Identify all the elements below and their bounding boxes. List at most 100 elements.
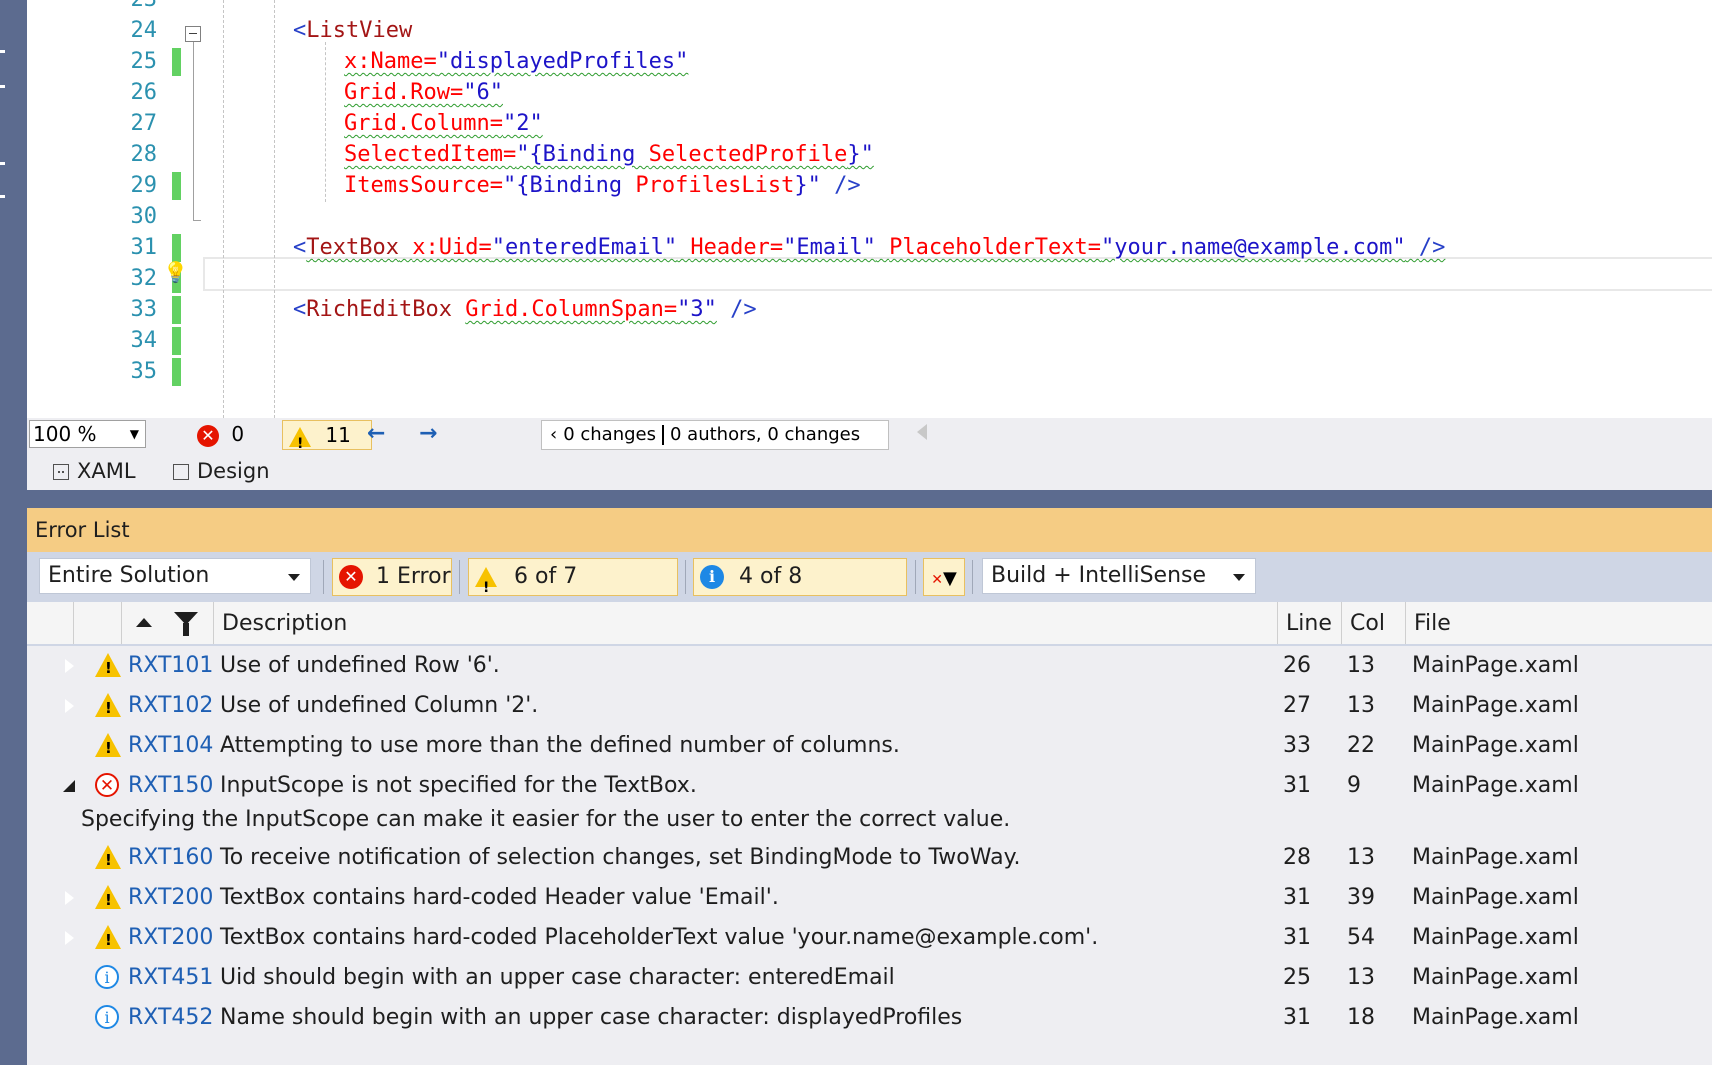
code-line[interactable]: 26 Grid.Row="6" (27, 77, 1712, 111)
code-editor[interactable]: 23 24 <ListView 25 x:Name="displayedProfiles… (27, 0, 1712, 418)
scope-dropdown[interactable]: Entire Solution (39, 558, 311, 594)
messages-filter-button[interactable]: i 4 of 8 Messages (693, 558, 907, 625)
error-code[interactable]: RXT102 (128, 686, 213, 726)
error-list-row[interactable]: RXT101 Use of undefined Row '6'. 26 13 MainP… (27, 646, 1712, 686)
lightbulb-icon[interactable]: 💡 (163, 260, 188, 284)
xaml-view-icon (53, 464, 69, 480)
codelens-changes[interactable]: ‹ 0 changes 0 authors, 0 changes (541, 420, 889, 450)
error-list-row[interactable]: i RXT452 Name should begin with an upper c… (27, 998, 1712, 1038)
line-number: 29 (130, 173, 158, 198)
warning-icon (95, 925, 121, 951)
errors-filter-button[interactable]: ✕ 1 Error (332, 558, 452, 596)
code-line[interactable]: 33 <RichEditBox Grid.ColumnSpan="3" /> (27, 294, 1712, 328)
code-text[interactable]: SelectedItem="{Binding SelectedProfile}" (344, 141, 874, 169)
tab-design[interactable]: Design (173, 456, 270, 486)
warning-count-indicator[interactable]: 11 (282, 420, 372, 458)
code-text[interactable]: Grid.Row="6" (344, 79, 503, 107)
code-text[interactable]: Grid.Column="2" (344, 110, 543, 138)
code-line[interactable]: 25 x:Name="displayedProfiles" (27, 46, 1712, 80)
error-list-row[interactable]: RXT104 Attempting to use more than the de… (27, 726, 1712, 766)
change-marker (172, 358, 181, 386)
warning-icon (475, 567, 497, 606)
header-description[interactable]: Description (213, 602, 1277, 644)
tab-xaml[interactable]: XAML (53, 456, 136, 486)
error-list-row[interactable]: RXT102 Use of undefined Column '2'. 27 13 Ma… (27, 686, 1712, 726)
line-number: 31 (130, 235, 158, 260)
warning-icon (95, 885, 121, 911)
code-text[interactable]: <ListView (293, 17, 412, 45)
header-file[interactable]: File (1405, 602, 1712, 644)
scroll-left-arrow-icon[interactable] (917, 424, 927, 440)
header-line[interactable]: Line (1277, 602, 1341, 644)
code-line[interactable]: 35 (27, 356, 1712, 390)
warning-count: 11 (325, 423, 351, 447)
line-number: 25 (130, 49, 158, 74)
code-line[interactable]: 30 (27, 201, 1712, 235)
header-code-column[interactable] (121, 602, 213, 644)
expand-arrow-icon[interactable] (63, 657, 74, 675)
error-file: MainPage.xaml (1412, 885, 1579, 910)
error-list-title: Error List (27, 508, 1712, 552)
view-tabs: XAML Design (27, 452, 1712, 490)
error-code[interactable]: RXT104 (128, 726, 213, 766)
clear-filter-icon[interactable]: ✕▼ (923, 558, 965, 596)
zoom-dropdown[interactable]: 100 % ▼ (29, 420, 146, 448)
error-col: 39 (1347, 885, 1375, 910)
code-line[interactable]: 28 SelectedItem="{Binding SelectedProfile… (27, 139, 1712, 173)
change-marker (172, 48, 181, 76)
warnings-filter-button[interactable]: 6 of 7 Warnings (468, 558, 678, 625)
error-list-row[interactable]: RXT160 To receive notification of selecti… (27, 838, 1712, 878)
header-col[interactable]: Col (1341, 602, 1405, 644)
code-text[interactable]: <RichEditBox Grid.ColumnSpan="3" /> (293, 296, 757, 324)
sort-ascending-icon (136, 618, 152, 627)
error-code[interactable]: RXT101 (128, 646, 213, 686)
error-code[interactable]: RXT200 (128, 878, 213, 918)
error-count-indicator[interactable]: ✕ 0 (197, 420, 244, 448)
expand-arrow-icon[interactable] (63, 929, 74, 947)
code-line[interactable]: 29 ItemsSource="{Binding ProfilesList}" /… (27, 170, 1712, 204)
expand-arrow-icon[interactable] (63, 697, 74, 715)
error-description: Uid should begin with an upper case char… (220, 965, 895, 990)
code-line[interactable]: 27 Grid.Column="2" (27, 108, 1712, 142)
error-description: TextBox contains hard-coded Header value… (220, 885, 779, 910)
error-list-row[interactable]: RXT200 TextBox contains hard-coded Placeh… (27, 918, 1712, 958)
error-line: 26 (1283, 653, 1311, 678)
code-line[interactable]: 31 <TextBox x:Uid="enteredEmail" Header="… (27, 232, 1712, 266)
line-number: 28 (130, 142, 158, 167)
line-number: 33 (130, 297, 158, 322)
line-number: 24 (130, 18, 158, 43)
error-description: Attempting to use more than the defined … (220, 733, 900, 758)
expand-arrow-icon[interactable] (63, 889, 74, 907)
warning-icon (95, 845, 121, 871)
code-text[interactable]: x:Name="displayedProfiles" (344, 48, 688, 76)
pane-splitter[interactable] (27, 490, 1712, 508)
code-line[interactable]: 34 (27, 325, 1712, 359)
error-col: 13 (1347, 653, 1375, 678)
line-number: 34 (130, 328, 158, 353)
error-code[interactable]: RXT160 (128, 838, 213, 878)
error-list-row[interactable]: i RXT451 Uid should begin with an upper ca… (27, 958, 1712, 998)
error-col: 54 (1347, 925, 1375, 950)
code-text[interactable]: ItemsSource="{Binding ProfilesList}" /> (344, 172, 861, 200)
change-marker (172, 234, 181, 262)
error-file: MainPage.xaml (1412, 925, 1579, 950)
error-code[interactable]: RXT451 (128, 958, 213, 998)
next-issue-arrow-icon[interactable]: → (419, 420, 437, 448)
error-file: MainPage.xaml (1412, 965, 1579, 990)
error-detail-row: Specifying the InputScope can make it ea… (27, 800, 1712, 840)
code-line[interactable]: 24 <ListView (27, 15, 1712, 49)
error-list-row[interactable]: RXT200 TextBox contains hard-coded Header… (27, 878, 1712, 918)
code-line[interactable]: 32 (27, 263, 1712, 297)
chevron-down-icon (288, 574, 300, 581)
error-col: 18 (1347, 1005, 1375, 1030)
filter-funnel-icon[interactable] (174, 612, 198, 636)
code-text[interactable]: <TextBox x:Uid="enteredEmail" Header="Em… (293, 234, 1445, 262)
error-code[interactable]: RXT452 (128, 998, 213, 1038)
error-line: 31 (1283, 1005, 1311, 1030)
collapse-arrow-icon[interactable] (63, 780, 75, 792)
source-dropdown[interactable]: Build + IntelliSense (982, 558, 1256, 594)
previous-issue-arrow-icon[interactable]: ← (367, 420, 385, 448)
warning-icon (95, 653, 121, 679)
error-description: Name should begin with an upper case cha… (220, 1005, 963, 1030)
error-code[interactable]: RXT200 (128, 918, 213, 958)
